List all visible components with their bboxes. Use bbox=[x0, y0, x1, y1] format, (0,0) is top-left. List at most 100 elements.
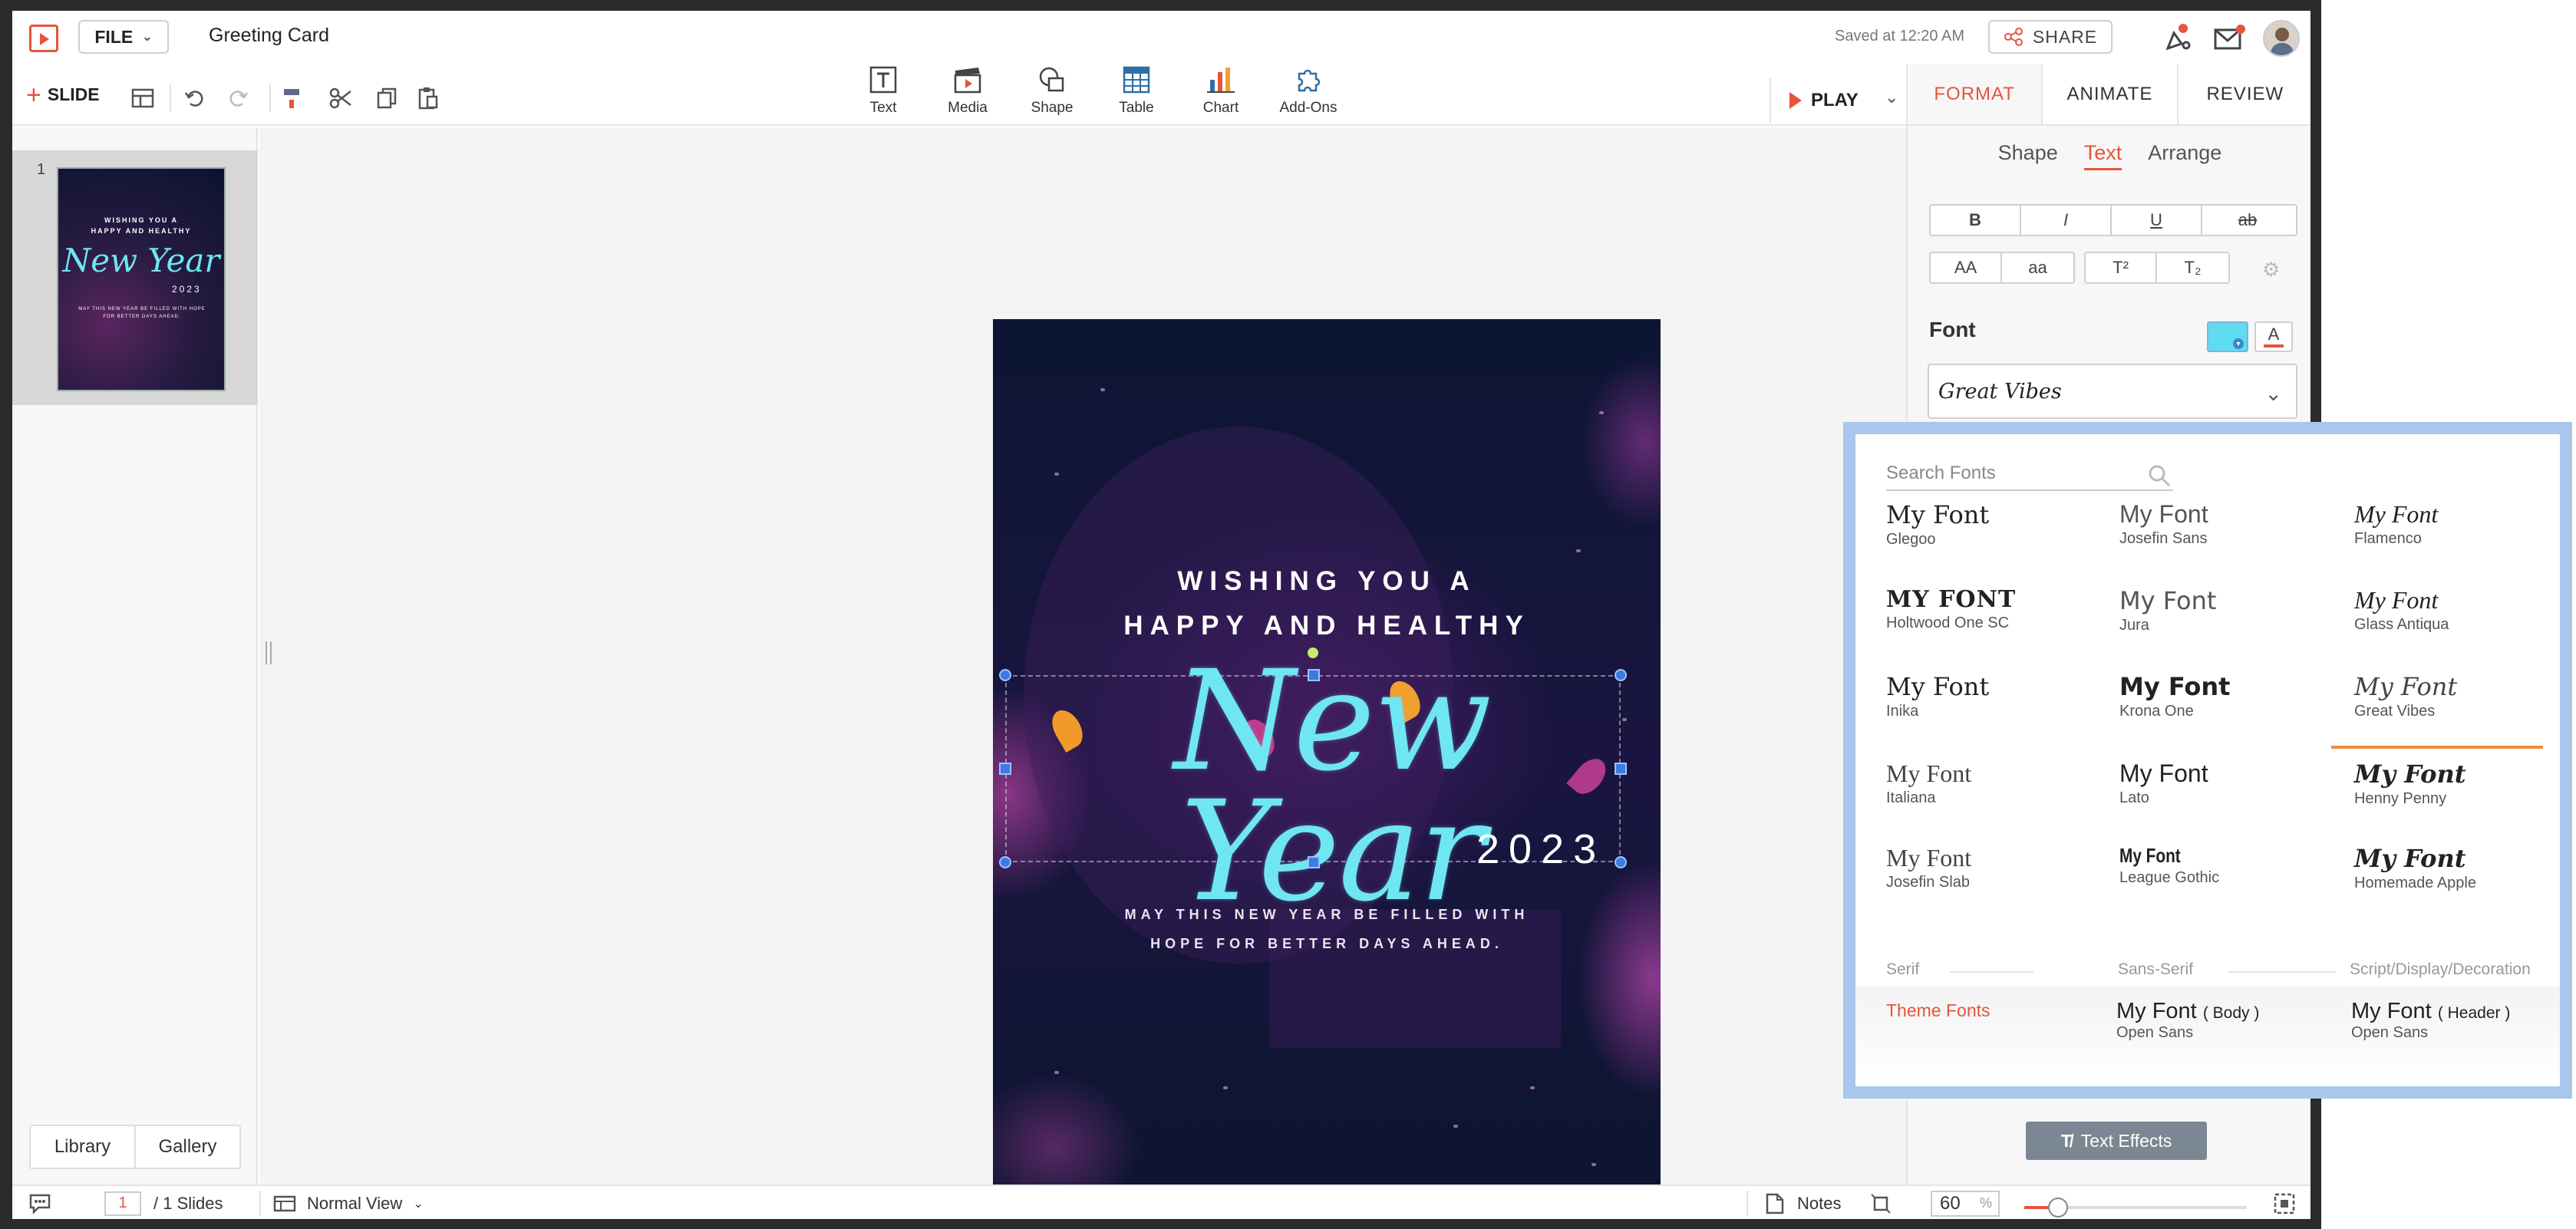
app-logo-icon[interactable] bbox=[29, 25, 58, 52]
zoom-slider-knob[interactable] bbox=[2047, 1198, 2068, 1217]
zoom-input[interactable]: 60 % bbox=[1931, 1190, 2000, 1217]
text-color-button[interactable]: A bbox=[2254, 321, 2293, 352]
tab-format[interactable]: FORMAT bbox=[1908, 64, 2043, 124]
resize-handle[interactable] bbox=[1615, 669, 1627, 681]
font-option-flamenco[interactable]: My Font Flamenco bbox=[2354, 500, 2561, 548]
font-option-jura[interactable]: My Font Jura bbox=[2119, 586, 2327, 634]
fit-slide-icon[interactable] bbox=[1869, 1186, 1892, 1219]
year-text[interactable]: 2023 bbox=[1476, 825, 1605, 873]
current-page-input[interactable]: 1 bbox=[104, 1191, 141, 1216]
highlight-color-swatch[interactable]: ▾ bbox=[2207, 321, 2248, 352]
strikethrough-button[interactable]: ab bbox=[2202, 206, 2293, 235]
font-option-glegoo[interactable]: My Font Glegoo bbox=[1886, 500, 2093, 549]
insert-media-button[interactable]: Media bbox=[925, 63, 1010, 117]
category-sans-serif[interactable]: Sans-Serif bbox=[2118, 960, 2193, 979]
headline-text[interactable]: New Year bbox=[1056, 653, 1608, 921]
font-search-input[interactable]: Search Fonts bbox=[1886, 457, 2173, 491]
theme-font-body[interactable]: My Font ( Body ) Open Sans bbox=[2116, 999, 2259, 1042]
font-option-henny-penny[interactable]: My Font Henny Penny bbox=[2354, 759, 2561, 808]
chat-icon[interactable] bbox=[28, 1186, 52, 1219]
tab-animate[interactable]: ANIMATE bbox=[2043, 64, 2179, 124]
library-button[interactable]: Library bbox=[31, 1126, 136, 1168]
font-family-select[interactable]: Great Vibes ⌄ bbox=[1928, 364, 2297, 419]
slide-line-1[interactable]: WISHING YOU A bbox=[993, 566, 1661, 597]
font-option-league-gothic[interactable]: My Font League Gothic bbox=[2119, 844, 2327, 887]
undo-icon[interactable] bbox=[180, 83, 210, 114]
gallery-button[interactable]: Gallery bbox=[136, 1126, 239, 1168]
subtab-shape[interactable]: Shape bbox=[1998, 141, 2058, 170]
bold-button[interactable]: B bbox=[1931, 206, 2021, 235]
play-options-chevron-icon[interactable]: ⌄ bbox=[1885, 87, 1898, 107]
italic-button[interactable]: I bbox=[2021, 206, 2112, 235]
wish-line-1[interactable]: MAY THIS NEW YEAR BE FILLED WITH bbox=[993, 907, 1661, 923]
font-option-krona-one[interactable]: My Font Krona One bbox=[2119, 672, 2327, 720]
uppercase-button[interactable]: AA bbox=[1931, 253, 2003, 282]
new-slide-button[interactable]: + SLIDE bbox=[26, 82, 100, 108]
font-option-josefin-sans[interactable]: My Font Josefin Sans bbox=[2119, 500, 2327, 548]
notes-label: Notes bbox=[1797, 1193, 1842, 1213]
editor-canvas[interactable]: WISHING YOU A HAPPY AND HEALTHY New Year… bbox=[259, 127, 1906, 1208]
font-option-italiana[interactable]: My Font Italiana bbox=[1886, 759, 2093, 807]
copy-icon[interactable] bbox=[371, 83, 402, 114]
insert-table-button[interactable]: Table bbox=[1094, 63, 1179, 117]
font-name: Glass Antiqua bbox=[2354, 616, 2449, 633]
font-option-josefin-slab[interactable]: My Font Josefin Slab bbox=[1886, 844, 2093, 891]
insert-shape-button[interactable]: Shape bbox=[1010, 63, 1094, 117]
notes-button[interactable]: Notes bbox=[1765, 1186, 1841, 1219]
resize-handle[interactable] bbox=[999, 763, 1011, 775]
underline-button[interactable]: U bbox=[2112, 206, 2202, 235]
mail-icon[interactable] bbox=[2212, 20, 2247, 55]
font-sample: My Font bbox=[2119, 672, 2231, 701]
collaboration-icon[interactable] bbox=[2161, 20, 2196, 55]
panel-resize-handle[interactable] bbox=[266, 641, 272, 664]
resize-handle[interactable] bbox=[1615, 856, 1627, 868]
resize-handle[interactable] bbox=[1308, 669, 1320, 681]
resize-handle[interactable] bbox=[1308, 856, 1320, 868]
slide-canvas[interactable]: WISHING YOU A HAPPY AND HEALTHY New Year… bbox=[993, 319, 1661, 1208]
font-option-holtwood-one-sc[interactable]: MY FONT Holtwood One SC bbox=[1886, 586, 2093, 632]
tab-review[interactable]: REVIEW bbox=[2179, 64, 2310, 124]
resize-handle[interactable] bbox=[999, 856, 1011, 868]
resize-handle[interactable] bbox=[1615, 763, 1627, 775]
zoom-slider[interactable] bbox=[2024, 1198, 2247, 1217]
subscript-button[interactable]: T₂ bbox=[2157, 253, 2228, 282]
category-serif[interactable]: Serif bbox=[1886, 960, 1919, 979]
view-mode-select[interactable]: Normal View ⌄ bbox=[273, 1186, 424, 1219]
file-menu-button[interactable]: FILE ⌄ bbox=[78, 20, 169, 54]
cut-icon[interactable] bbox=[325, 83, 356, 114]
insert-chart-button[interactable]: Chart bbox=[1179, 63, 1263, 117]
font-option-great-vibes[interactable]: My Font Great Vibes bbox=[2331, 672, 2561, 749]
subtab-text[interactable]: Text bbox=[2083, 141, 2122, 170]
resize-handle[interactable] bbox=[999, 669, 1011, 681]
layout-icon[interactable] bbox=[127, 83, 158, 114]
add-ons-button[interactable]: Add-Ons bbox=[1266, 63, 1351, 117]
toolbar-divider bbox=[170, 84, 171, 112]
font-option-glass-antiqua[interactable]: My Font Glass Antiqua bbox=[2354, 586, 2561, 634]
document-title[interactable]: Greeting Card bbox=[209, 25, 329, 47]
category-script[interactable]: Script/Display/Decoration bbox=[2350, 960, 2531, 979]
play-button[interactable]: PLAY bbox=[1770, 78, 1885, 123]
subtab-arrange[interactable]: Arrange bbox=[2148, 141, 2221, 170]
slide-line-2[interactable]: HAPPY AND HEALTHY bbox=[993, 611, 1661, 641]
lowercase-button[interactable]: aa bbox=[2002, 253, 2073, 282]
font-option-inika[interactable]: My Font Inika bbox=[1886, 672, 2093, 720]
superscript-button[interactable]: T² bbox=[2086, 253, 2158, 282]
share-button[interactable]: SHARE bbox=[1988, 20, 2113, 54]
slide-thumbnail[interactable]: WISHING YOU A HAPPY AND HEALTHY New Year… bbox=[57, 167, 226, 391]
paste-icon[interactable] bbox=[413, 83, 444, 114]
wish-line-2[interactable]: HOPE FOR BETTER DAYS AHEAD. bbox=[993, 936, 1661, 952]
font-sample: My Font bbox=[2119, 844, 2181, 867]
theme-font-header[interactable]: My Font ( Header ) Open Sans bbox=[2351, 999, 2510, 1042]
font-sample: My Font bbox=[2119, 759, 2208, 787]
gear-icon[interactable]: ⚙ bbox=[2262, 258, 2280, 282]
insert-text-button[interactable]: Text bbox=[841, 63, 925, 117]
font-name: Flamenco bbox=[2354, 530, 2422, 547]
font-option-homemade-apple[interactable]: My Font Homemade Apple bbox=[2354, 844, 2561, 892]
text-effects-button[interactable]: T̸ Text Effects bbox=[2026, 1122, 2207, 1160]
redo-icon[interactable] bbox=[223, 83, 253, 114]
user-avatar[interactable] bbox=[2263, 20, 2300, 57]
format-painter-icon[interactable] bbox=[276, 83, 307, 114]
fit-window-icon[interactable] bbox=[2273, 1186, 2296, 1219]
page-indicator: 1 / 1 Slides bbox=[104, 1186, 223, 1219]
font-option-lato[interactable]: My Font Lato bbox=[2119, 759, 2327, 807]
